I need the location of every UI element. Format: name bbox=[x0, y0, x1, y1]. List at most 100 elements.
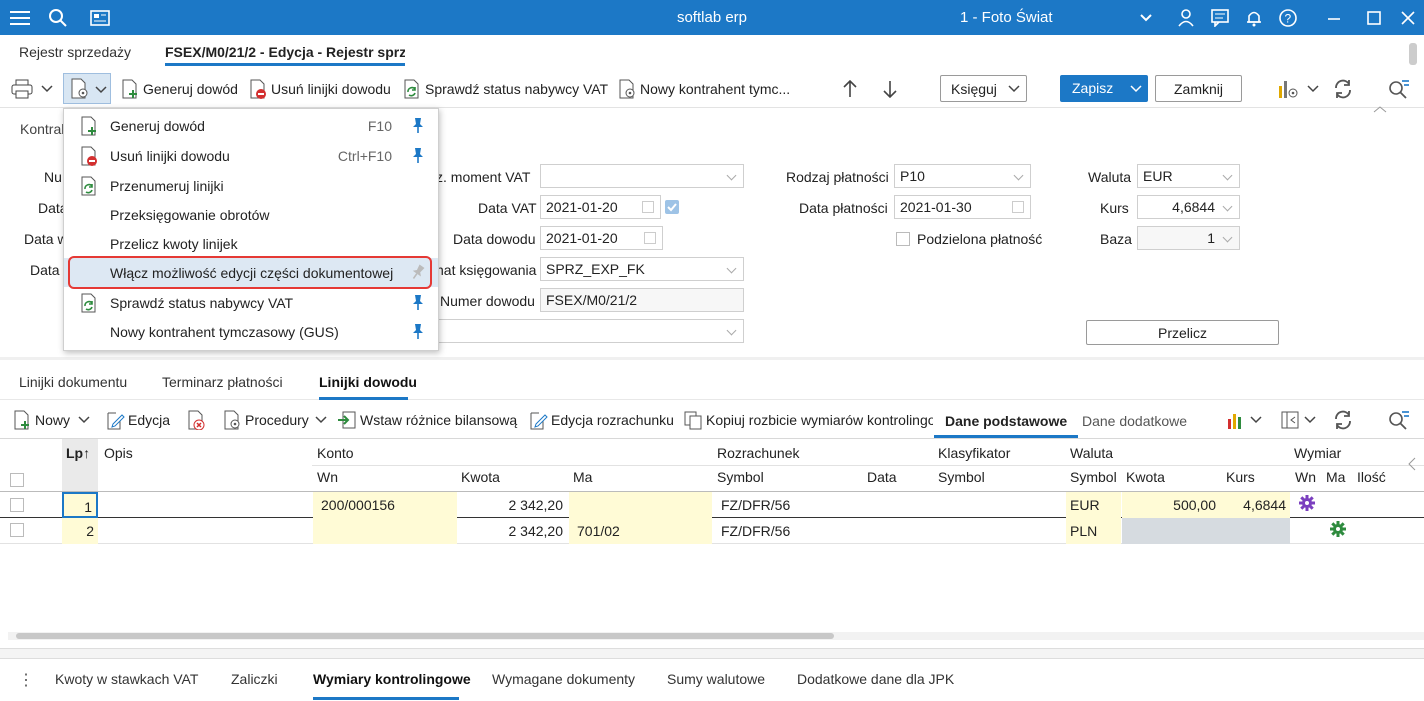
currency-select[interactable]: EUR bbox=[1137, 164, 1240, 188]
edit-settlement-button[interactable]: Edycja rozrachunku bbox=[528, 409, 674, 431]
user-icon[interactable] bbox=[1170, 0, 1202, 35]
cell-symbol[interactable]: FZ/DFR/56 bbox=[717, 518, 857, 544]
cell-lp[interactable]: 2 bbox=[62, 518, 98, 544]
doc-date-field[interactable]: 2021-01-20 bbox=[540, 226, 663, 250]
header-lp[interactable]: Lp↑ bbox=[66, 445, 90, 461]
post-dropdown[interactable]: Księguj bbox=[940, 75, 1027, 102]
scrollbar[interactable] bbox=[1409, 43, 1417, 65]
horizontal-scrollbar[interactable] bbox=[8, 632, 1424, 640]
print-button[interactable] bbox=[11, 78, 53, 100]
extra-select[interactable] bbox=[436, 319, 744, 343]
header-klasyfikator[interactable]: Klasyfikator bbox=[938, 445, 1010, 461]
vat-date-checkbox[interactable] bbox=[665, 200, 679, 214]
maximize-icon[interactable] bbox=[1358, 0, 1390, 35]
close-icon[interactable] bbox=[1392, 0, 1424, 35]
cell-kwota[interactable]: 2 342,20 bbox=[457, 492, 567, 518]
header-waluta[interactable]: Waluta bbox=[1070, 445, 1113, 461]
tab-document-lines[interactable]: Linijki dokumentu bbox=[19, 374, 127, 390]
header-ilosc[interactable]: Ilość bbox=[1357, 469, 1386, 485]
cell-symbol[interactable]: FZ/DFR/56 bbox=[717, 492, 857, 518]
header-rozrachunek[interactable]: Rozrachunek bbox=[717, 445, 800, 461]
header-symbol[interactable]: Symbol bbox=[717, 469, 764, 485]
chevron-left-icon[interactable] bbox=[1407, 457, 1417, 471]
columns-dropdown[interactable] bbox=[1280, 409, 1316, 431]
calendar-icon[interactable] bbox=[644, 232, 656, 244]
calendar-icon[interactable] bbox=[642, 201, 654, 213]
doc-number-field[interactable]: FSEX/M0/21/2 bbox=[540, 288, 744, 312]
chevron-down-icon[interactable] bbox=[1130, 0, 1162, 35]
minimize-icon[interactable] bbox=[1318, 0, 1350, 35]
bell-icon[interactable] bbox=[1238, 0, 1270, 35]
header-data[interactable]: Data bbox=[867, 469, 897, 485]
grid-search-button[interactable] bbox=[1388, 409, 1410, 431]
cell-kwota[interactable]: 2 342,20 bbox=[457, 518, 567, 544]
insert-balance-diff-button[interactable]: Wstaw różnice bilansową bbox=[337, 409, 517, 431]
tab-jpk-data[interactable]: Dodatkowe dane dla JPK bbox=[797, 671, 954, 687]
tab-vat-amounts[interactable]: Kwoty w stawkach VAT bbox=[55, 671, 198, 687]
gear-icon[interactable] bbox=[1299, 495, 1315, 511]
more-vertical-icon[interactable]: ⋮ bbox=[18, 670, 34, 690]
select-all-checkbox[interactable] bbox=[10, 473, 24, 487]
menu-item-renumber-lines[interactable]: Przenumeruj linijki bbox=[64, 171, 438, 200]
pin-icon[interactable] bbox=[412, 147, 424, 163]
tab-current-document[interactable]: FSEX/M0/21/2 - Edycja - Rejestr sprze bbox=[165, 44, 405, 60]
cell-currency[interactable]: PLN bbox=[1066, 518, 1121, 544]
cell-ma[interactable] bbox=[569, 492, 712, 518]
chart-dropdown[interactable] bbox=[1226, 409, 1262, 431]
delete-line-button[interactable] bbox=[186, 409, 209, 431]
split-payment-checkbox[interactable] bbox=[896, 232, 910, 246]
menu-item-repost-turnover[interactable]: Przeksięgowanie obrotów bbox=[64, 200, 438, 229]
new-temp-contractor-button[interactable]: Nowy kontrahent tymc... bbox=[617, 78, 790, 100]
vat-date-field[interactable]: 2021-01-20 bbox=[540, 195, 661, 219]
header-w-kwota[interactable]: Kwota bbox=[1126, 469, 1165, 485]
header-w-symbol[interactable]: Symbol bbox=[1070, 469, 1117, 485]
tab-sales-registry[interactable]: Rejestr sprzedaży bbox=[19, 44, 131, 60]
table-row[interactable]: 2 2 342,20 701/02 FZ/DFR/56 PLN bbox=[0, 518, 1424, 544]
refresh-button[interactable] bbox=[1332, 78, 1354, 100]
check-vat-status-button[interactable]: Sprawdź status nabywcy VAT bbox=[402, 78, 608, 100]
new-line-button[interactable]: Nowy bbox=[12, 409, 90, 431]
header-kwota[interactable]: Kwota bbox=[461, 469, 500, 485]
header-ma[interactable]: Ma bbox=[573, 469, 592, 485]
search-filter-button[interactable] bbox=[1388, 78, 1410, 100]
pin-icon[interactable] bbox=[412, 117, 424, 133]
cell-currency-amount[interactable] bbox=[1122, 518, 1290, 544]
cell-wn[interactable] bbox=[313, 518, 457, 544]
recalculate-button[interactable]: Przelicz bbox=[1086, 320, 1279, 345]
tab-advances[interactable]: Zaliczki bbox=[231, 671, 278, 687]
gear-icon[interactable] bbox=[1330, 521, 1346, 537]
cell-rate[interactable]: 4,6844 bbox=[1220, 492, 1290, 518]
menu-item-new-temp-contractor[interactable]: Nowy kontrahent tymczasowy (GUS) bbox=[64, 317, 438, 346]
payment-date-field[interactable]: 2021-01-30 bbox=[894, 195, 1031, 219]
header-wy-ma[interactable]: Ma bbox=[1326, 469, 1345, 485]
close-button[interactable]: Zamknij bbox=[1155, 75, 1242, 102]
tab-payment-schedule[interactable]: Terminarz płatności bbox=[162, 374, 283, 390]
splitter[interactable] bbox=[0, 648, 1424, 658]
vat-moment-select[interactable] bbox=[540, 164, 744, 188]
payment-type-select[interactable]: P10 bbox=[894, 164, 1031, 188]
tab-extra-data[interactable]: Dane dodatkowe bbox=[1082, 413, 1187, 429]
cell-ma[interactable]: 701/02 bbox=[569, 518, 712, 544]
header-wn[interactable]: Wn bbox=[317, 469, 338, 485]
move-up-button[interactable] bbox=[842, 78, 858, 100]
menu-item-recalculate-lines[interactable]: Przelicz kwoty linijek bbox=[64, 229, 438, 258]
header-konto[interactable]: Konto bbox=[317, 445, 354, 461]
copy-dimensions-button[interactable]: Kopiuj rozbicie wymiarów kontrolingo bbox=[683, 409, 933, 431]
row-checkbox[interactable] bbox=[10, 498, 24, 512]
pin-icon[interactable] bbox=[412, 323, 424, 339]
move-down-button[interactable] bbox=[882, 78, 898, 100]
remove-proof-lines-button[interactable]: Usuń linijki dowodu bbox=[248, 78, 391, 100]
cell-currency[interactable]: EUR bbox=[1066, 492, 1121, 518]
cell-wn[interactable]: 200/000156 bbox=[313, 492, 457, 518]
header-kurs[interactable]: Kurs bbox=[1226, 469, 1255, 485]
tab-currency-sums[interactable]: Sumy walutowe bbox=[667, 671, 765, 687]
help-icon[interactable]: ? bbox=[1272, 0, 1304, 35]
grid-refresh-button[interactable] bbox=[1332, 409, 1354, 431]
generate-proof-button[interactable]: Generuj dowód bbox=[120, 78, 238, 100]
company-selector[interactable]: 1 - Foto Świat bbox=[960, 9, 1053, 26]
posting-scheme-select[interactable]: SPRZ_EXP_FK bbox=[540, 257, 744, 281]
rate-field[interactable]: 4,6844 bbox=[1137, 195, 1240, 219]
settings-dropdown[interactable] bbox=[1277, 78, 1319, 100]
cell-lp[interactable]: 1 bbox=[62, 492, 98, 518]
messages-icon[interactable] bbox=[1204, 0, 1236, 35]
